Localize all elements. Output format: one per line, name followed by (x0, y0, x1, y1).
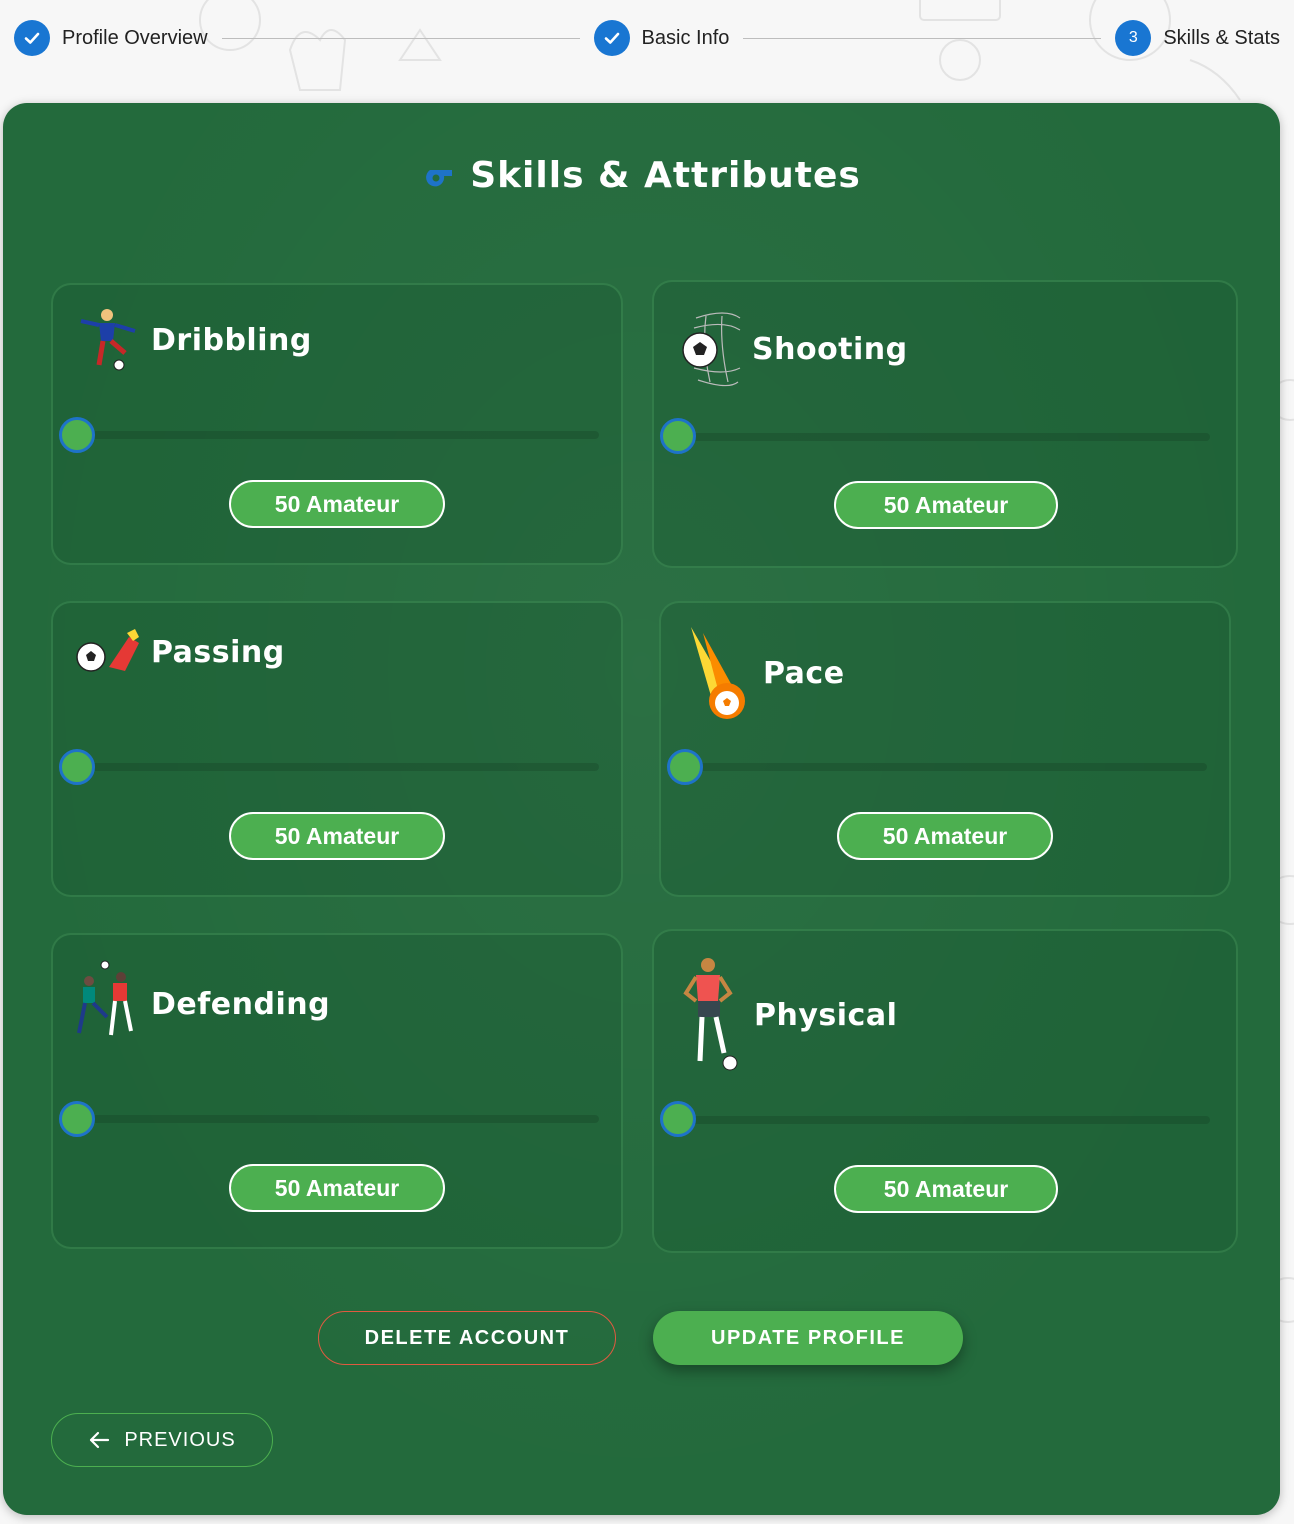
fireball-icon (691, 627, 745, 719)
skill-card-pace: Pace 50 Amateur (659, 601, 1231, 897)
skill-name: Physical (754, 997, 898, 1033)
skill-card-dribbling: Dribbling 50 Amateur (51, 283, 623, 565)
skill-card-shooting: Shooting 50 Amateur (652, 280, 1238, 568)
skill-name: Passing (151, 634, 285, 670)
skill-level-badge: 50 Amateur (837, 812, 1053, 860)
page-title: Skills & Attributes (470, 155, 861, 196)
skill-header: Defending (75, 959, 330, 1049)
skill-name: Defending (151, 986, 331, 1022)
skill-header: Pace (683, 623, 845, 723)
skill-header: Physical (674, 955, 897, 1075)
step-connector (743, 37, 1102, 39)
check-icon (593, 20, 630, 56)
progress-stepper: Profile Overview Basic Info 3 Skills & S… (0, 0, 1294, 76)
skills-form-card: Skills & Attributes Dribbling 50 Amateur (3, 103, 1280, 1515)
skill-level-badge: 50 Amateur (229, 1164, 445, 1212)
tackle-players-icon (77, 960, 133, 1036)
ball-in-net-icon (682, 312, 741, 387)
step-label: Skills & Stats (1163, 26, 1281, 49)
skill-slider-track[interactable] (680, 433, 1210, 441)
skill-slider-thumb[interactable] (667, 749, 703, 785)
skill-name: Shooting (752, 331, 908, 367)
skill-level-badge: 50 Amateur (229, 812, 445, 860)
section-header: Skills & Attributes (3, 155, 1280, 196)
delete-account-button[interactable]: DELETE ACCOUNT (318, 1311, 616, 1365)
dribbling-player-icon (80, 309, 136, 371)
check-icon (14, 20, 50, 56)
skill-slider-thumb[interactable] (59, 417, 95, 453)
whistle-icon (424, 169, 453, 186)
skill-name: Pace (763, 655, 845, 691)
step-profile-overview[interactable]: Profile Overview (14, 20, 208, 56)
skill-card-physical: Physical 50 Amateur (652, 929, 1238, 1253)
step-label: Basic Info (641, 26, 730, 49)
skill-slider-thumb[interactable] (59, 1101, 95, 1137)
step-number: 3 (1115, 20, 1152, 56)
skill-level-badge: 50 Amateur (834, 1165, 1058, 1213)
skill-level-badge: 50 Amateur (229, 480, 445, 528)
skill-slider-track[interactable] (79, 431, 599, 439)
skill-slider-track[interactable] (680, 1116, 1210, 1124)
ball-and-boot-icon (76, 629, 139, 672)
step-skills-stats[interactable]: 3 Skills & Stats (1115, 20, 1280, 56)
skill-slider-track[interactable] (79, 763, 599, 771)
skill-slider-thumb[interactable] (660, 1101, 696, 1137)
strong-player-icon (683, 958, 738, 1071)
skill-name: Dribbling (151, 322, 312, 358)
skill-card-passing: Passing 50 Amateur (51, 601, 623, 897)
skill-header: Passing (75, 627, 285, 677)
step-connector (221, 37, 580, 39)
skill-header: Dribbling (75, 307, 312, 373)
skill-header: Shooting (676, 308, 908, 390)
skill-card-defending: Defending 50 Amateur (51, 933, 623, 1249)
step-basic-info[interactable]: Basic Info (593, 20, 730, 56)
previous-label: PREVIOUS (124, 1428, 236, 1451)
skill-slider-thumb[interactable] (660, 418, 696, 454)
arrow-left-icon (90, 1431, 110, 1449)
step-label: Profile Overview (62, 26, 208, 49)
update-profile-button[interactable]: UPDATE PROFILE (653, 1311, 963, 1365)
previous-button[interactable]: PREVIOUS (51, 1413, 273, 1467)
skill-slider-thumb[interactable] (59, 749, 95, 785)
skill-slider-track[interactable] (79, 1115, 599, 1123)
skill-slider-track[interactable] (687, 763, 1207, 771)
skill-level-badge: 50 Amateur (834, 481, 1058, 529)
